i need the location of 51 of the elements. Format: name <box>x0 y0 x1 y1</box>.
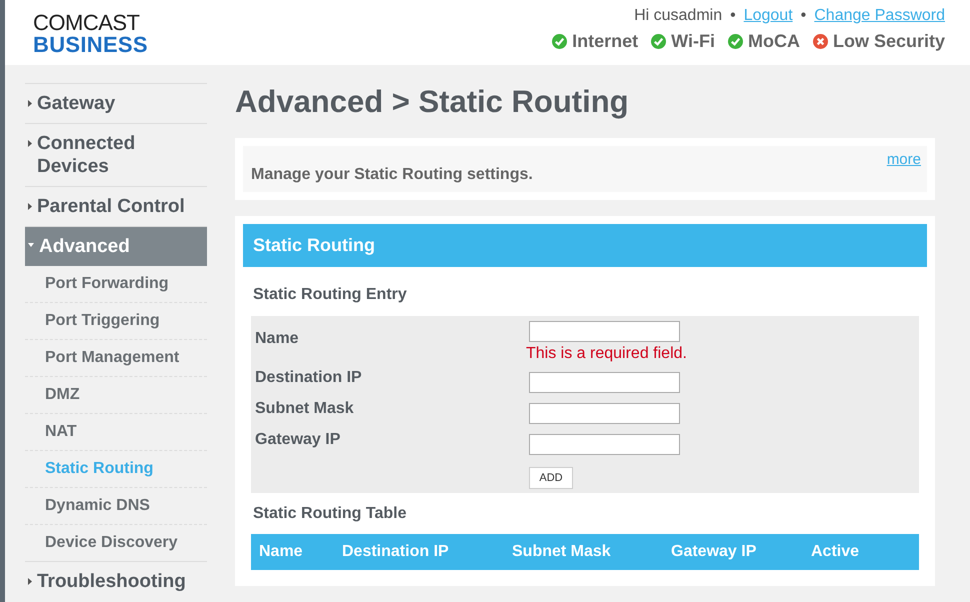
logo: COMCAST BUSINESS <box>33 8 148 58</box>
intro-text: Manage your Static Routing settings. <box>251 165 533 184</box>
nav-subitem[interactable]: NAT <box>25 413 207 450</box>
nav-subitem[interactable]: DMZ <box>25 376 207 413</box>
status-label: Low Security <box>832 31 945 52</box>
check-icon <box>651 34 666 49</box>
field-label: Subnet Mask <box>255 399 355 419</box>
field-label: Name <box>255 329 300 349</box>
status-label: Internet <box>572 31 638 52</box>
greeting: Hi cusadmin <box>634 7 722 25</box>
add-button[interactable]: ADD <box>529 467 573 489</box>
caret-right-icon <box>28 140 32 147</box>
logout-link[interactable]: Logout <box>744 7 793 25</box>
input-field[interactable] <box>529 372 680 393</box>
input-field[interactable] <box>529 403 680 424</box>
nav-subitem[interactable]: Port Forwarding <box>25 266 207 302</box>
separator: • <box>800 7 806 25</box>
nav-item[interactable]: Troubleshooting <box>25 561 207 601</box>
caret-right-icon <box>28 100 32 107</box>
separator: • <box>730 7 736 25</box>
nav-subitem[interactable]: Port Management <box>25 339 207 376</box>
nav-item[interactable]: Connected Devices <box>25 123 207 186</box>
column-header: Active <box>811 543 860 561</box>
section-title: Static Routing Table <box>252 504 408 524</box>
more-link[interactable]: more <box>886 151 921 184</box>
column-header: Subnet Mask <box>512 543 612 561</box>
status-label: MoCA <box>748 31 800 52</box>
check-icon <box>552 34 568 49</box>
change-password-link[interactable]: Change Password <box>814 7 945 25</box>
field-label: Destination IP <box>255 368 363 388</box>
section-title: Static Routing Entry <box>252 285 408 305</box>
caret-right-icon <box>28 578 32 585</box>
caret-down-icon <box>28 243 34 247</box>
error-icon <box>812 34 828 49</box>
error-message: This is a required field. <box>526 345 687 363</box>
nav-item[interactable]: Advanced <box>25 226 207 266</box>
check-icon <box>728 34 743 49</box>
column-header: Destination IP <box>342 543 450 561</box>
nav-item[interactable]: Gateway <box>25 83 207 123</box>
status-label: Wi-Fi <box>671 31 715 52</box>
nav-subitem[interactable]: Port Triggering <box>25 302 207 339</box>
panel-title: Static Routing <box>243 224 927 267</box>
column-header: Name <box>259 543 304 561</box>
caret-right-icon <box>28 203 32 210</box>
input-field[interactable] <box>529 321 680 342</box>
nav-subitem[interactable]: Dynamic DNS <box>25 487 207 524</box>
page-title: Advanced > Static Routing <box>235 83 630 120</box>
column-header: Gateway IP <box>671 543 758 561</box>
field-label: Gateway IP <box>255 430 342 450</box>
input-field[interactable] <box>529 434 680 455</box>
nav-subitem[interactable]: Device Discovery <box>25 524 207 561</box>
